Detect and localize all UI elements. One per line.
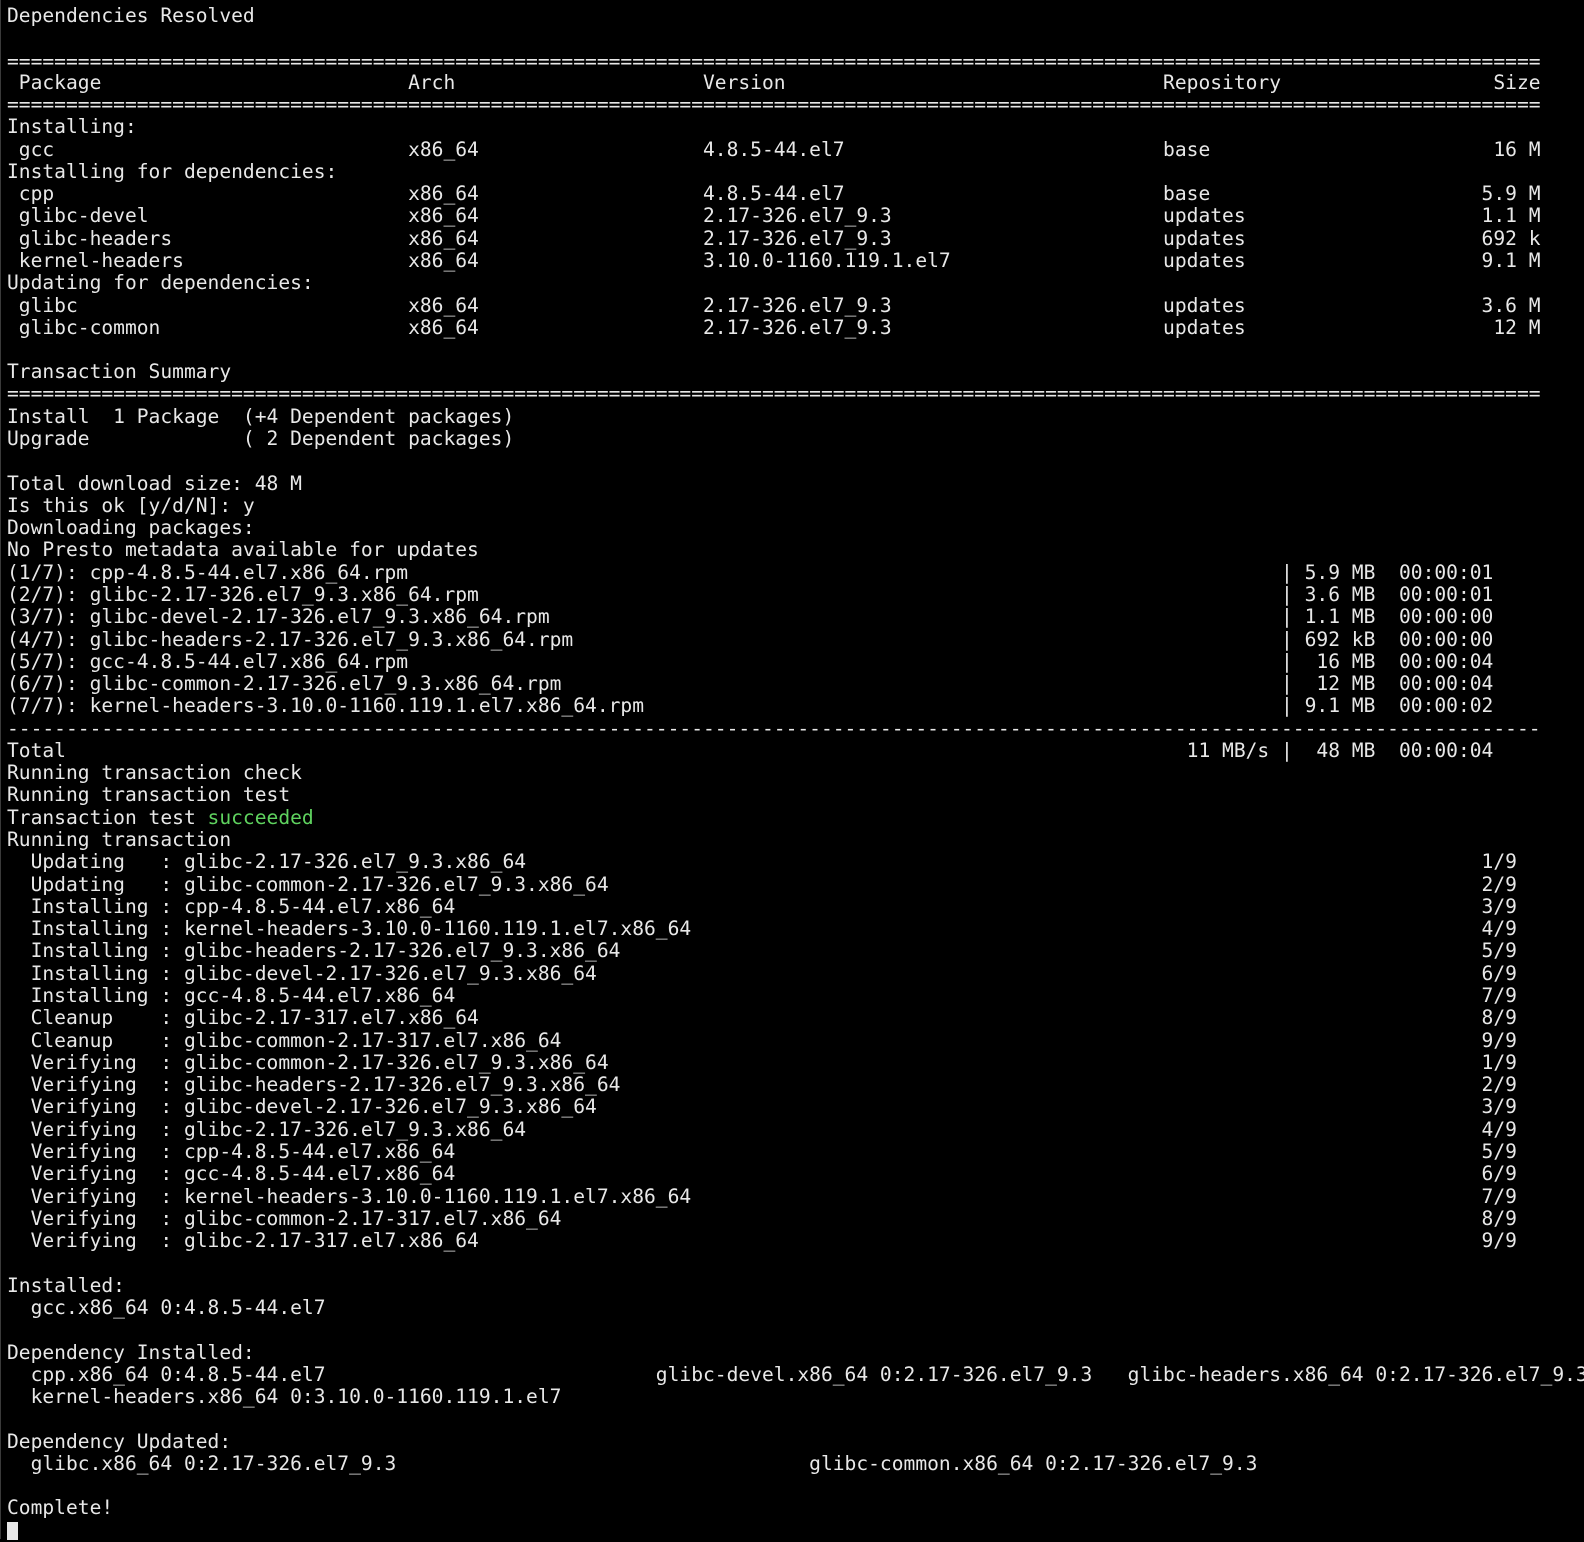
terminal-line: Transaction Summary [7, 360, 232, 383]
terminal-line: Updating : glibc-common-2.17-326.el7_9.3… [7, 873, 1517, 896]
terminal-line: Total download size: 48 M [7, 472, 302, 495]
terminal-line: Verifying : glibc-headers-2.17-326.el7_9… [7, 1073, 1517, 1096]
terminal-line: Installed: [7, 1274, 125, 1297]
terminal-line: Install 1 Package (+4 Dependent packages… [7, 405, 515, 428]
terminal-line: kernel-headers x86_64 3.10.0-1160.119.1.… [7, 249, 1541, 272]
terminal-line: glibc-common x86_64 2.17-326.el7_9.3 upd… [7, 316, 1541, 339]
terminal-line: (2/7): glibc-2.17-326.el7_9.3.x86_64.rpm… [7, 583, 1494, 606]
terminal-line: Downloading packages: [7, 516, 255, 539]
terminal-line: (4/7): glibc-headers-2.17-326.el7_9.3.x8… [7, 628, 1494, 651]
terminal-line: Verifying : cpp-4.8.5-44.el7.x86_64 5/9 [7, 1140, 1517, 1163]
terminal-line: Complete! [7, 1496, 114, 1519]
terminal-line: Verifying : kernel-headers-3.10.0-1160.1… [7, 1185, 1517, 1208]
terminal-line: Running transaction [7, 828, 232, 851]
terminal-line: Cleanup : glibc-2.17-317.el7.x86_64 8/9 [7, 1006, 1517, 1029]
terminal-line: (7/7): kernel-headers-3.10.0-1160.119.1.… [7, 694, 1494, 717]
terminal-line: Transaction test succeeded [7, 807, 314, 829]
terminal-line: gcc.x86_64 0:4.8.5-44.el7 [7, 1296, 326, 1319]
terminal-line: Verifying : glibc-common-2.17-317.el7.x8… [7, 1207, 1517, 1230]
terminal-line: glibc-devel x86_64 2.17-326.el7_9.3 upda… [7, 204, 1541, 227]
terminal-line: Verifying : glibc-devel-2.17-326.el7_9.3… [7, 1095, 1517, 1118]
terminal-line: Verifying : glibc-common-2.17-326.el7_9.… [7, 1051, 1517, 1074]
terminal-line: Installing: [7, 115, 137, 138]
terminal-line: cpp.x86_64 0:4.8.5-44.el7 glibc-devel.x8… [7, 1363, 1584, 1386]
terminal-line: ========================================… [7, 50, 1541, 73]
terminal-line: (6/7): glibc-common-2.17-326.el7_9.3.x86… [7, 672, 1494, 695]
terminal-line: ========================================… [7, 93, 1541, 116]
terminal-line: Running transaction test [7, 783, 291, 806]
terminal-line: Total 11 MB/s | 48 MB 00:00:04 [7, 739, 1494, 762]
terminal-line: glibc x86_64 2.17-326.el7_9.3 updates 3.… [7, 294, 1541, 317]
terminal-line: glibc-headers x86_64 2.17-326.el7_9.3 up… [7, 227, 1541, 250]
terminal-line: Verifying : glibc-2.17-326.el7_9.3.x86_6… [7, 1118, 1517, 1141]
terminal-line: Installing : gcc-4.8.5-44.el7.x86_64 7/9 [7, 984, 1517, 1007]
terminal-line: Cleanup : glibc-common-2.17-317.el7.x86_… [7, 1029, 1517, 1052]
terminal-line: Installing for dependencies: [7, 160, 338, 183]
terminal-line: gcc x86_64 4.8.5-44.el7 base 16 M [7, 138, 1541, 161]
status-succeeded: succeeded [207, 806, 314, 829]
terminal-line: Updating for dependencies: [7, 271, 314, 294]
terminal-line: ----------------------------------------… [7, 717, 1541, 740]
terminal-line: (1/7): cpp-4.8.5-44.el7.x86_64.rpm | 5.9… [7, 561, 1494, 584]
terminal-line: Package Arch Version Repository Size [7, 71, 1541, 94]
terminal-line: Dependency Installed: [7, 1341, 255, 1364]
terminal-line: (5/7): gcc-4.8.5-44.el7.x86_64.rpm | 16 … [7, 650, 1494, 673]
terminal-line: (3/7): glibc-devel-2.17-326.el7_9.3.x86_… [7, 605, 1494, 628]
terminal-line: No Presto metadata available for updates [7, 538, 479, 561]
terminal-line: cpp x86_64 4.8.5-44.el7 base 5.9 M [7, 182, 1541, 205]
terminal-line: glibc.x86_64 0:2.17-326.el7_9.3 glibc-co… [7, 1452, 1258, 1475]
terminal-line: Installing : glibc-headers-2.17-326.el7_… [7, 939, 1517, 962]
terminal-line: Dependencies Resolved [7, 4, 255, 27]
terminal-line: ========================================… [7, 382, 1541, 405]
terminal-line: kernel-headers.x86_64 0:3.10.0-1160.119.… [7, 1385, 562, 1408]
terminal-line: Running transaction check [7, 761, 302, 784]
terminal-line: Installing : glibc-devel-2.17-326.el7_9.… [7, 962, 1517, 985]
cursor-icon [7, 1522, 18, 1540]
terminal-text: Transaction test [7, 806, 208, 829]
terminal-line: Verifying : gcc-4.8.5-44.el7.x86_64 6/9 [7, 1162, 1517, 1185]
terminal-line: Upgrade ( 2 Dependent packages) [7, 427, 515, 450]
terminal-line: Verifying : glibc-2.17-317.el7.x86_64 9/… [7, 1229, 1517, 1252]
terminal-line: Dependency Updated: [7, 1430, 232, 1453]
terminal-line: Updating : glibc-2.17-326.el7_9.3.x86_64… [7, 850, 1517, 873]
terminal-line: Installing : kernel-headers-3.10.0-1160.… [7, 917, 1517, 940]
terminal-line: Is this ok [y/d/N]: y [7, 494, 255, 517]
terminal-line: Installing : cpp-4.8.5-44.el7.x86_64 3/9 [7, 895, 1517, 918]
terminal-window[interactable]: Dependencies Resolved ==================… [0, 0, 1584, 1540]
